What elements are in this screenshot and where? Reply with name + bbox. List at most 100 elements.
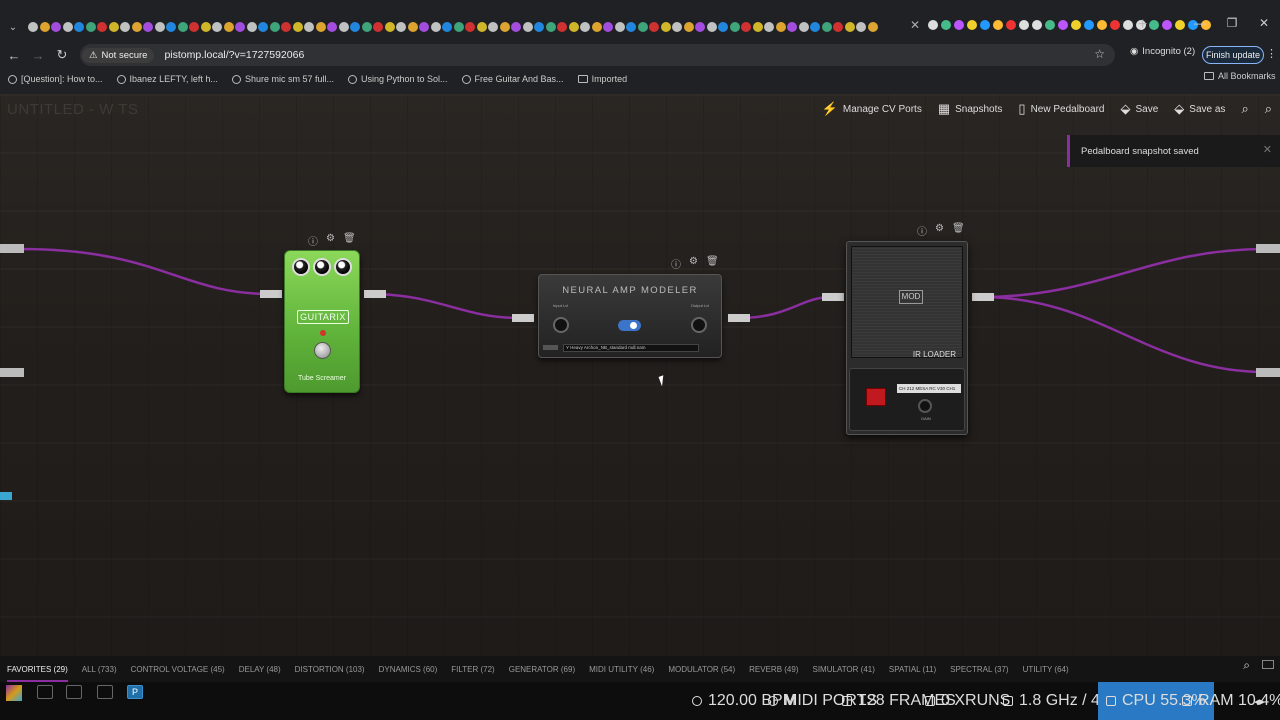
output-level-knob[interactable] bbox=[691, 317, 707, 333]
tab-favicon-icon[interactable] bbox=[764, 22, 774, 32]
back-icon[interactable]: ← bbox=[2, 48, 26, 63]
tab-favicon-icon[interactable] bbox=[74, 22, 84, 32]
tab-favicon-icon[interactable] bbox=[672, 22, 682, 32]
tab-favicon-icon[interactable] bbox=[810, 22, 820, 32]
tab-favicon-icon[interactable] bbox=[1084, 20, 1094, 30]
tab-favicon-icon[interactable] bbox=[511, 22, 521, 32]
pinned-tabs[interactable] bbox=[28, 18, 928, 36]
tab-favicon-icon[interactable] bbox=[246, 22, 257, 32]
pistomp-icon[interactable]: P bbox=[127, 685, 143, 699]
tab-favicon-icon[interactable] bbox=[941, 20, 951, 30]
tab-favicon-icon[interactable] bbox=[844, 22, 855, 32]
trash-icon[interactable]: 🗑 bbox=[706, 256, 719, 271]
tab-favicon-icon[interactable] bbox=[729, 22, 740, 32]
bookmark-item[interactable]: Using Python to Sol... bbox=[347, 74, 448, 84]
pedalboard-canvas[interactable]: UNTITLED - W TS ⚡ Manage CV Ports ▦ Snapsh… bbox=[0, 94, 1280, 656]
category-delay[interactable]: DELAY (48) bbox=[239, 665, 281, 674]
new-tab-icon[interactable]: + bbox=[1138, 16, 1147, 34]
tab-favicon-icon[interactable] bbox=[928, 20, 938, 30]
plugin-store-icon[interactable] bbox=[6, 685, 22, 701]
address-bar[interactable]: ⚠ Not secure pistomp.local/?v=1727592066… bbox=[80, 44, 1115, 66]
tab-favicon-icon[interactable] bbox=[120, 22, 130, 32]
tab-favicon-icon[interactable] bbox=[177, 22, 188, 32]
tab-favicon-icon[interactable] bbox=[97, 22, 107, 32]
tab-favicon-icon[interactable] bbox=[39, 22, 50, 32]
tab-favicon-icon[interactable] bbox=[85, 22, 96, 32]
tab-favicon-icon[interactable] bbox=[1058, 20, 1068, 30]
tab-favicon-icon[interactable] bbox=[591, 22, 602, 32]
tab-favicon-icon[interactable] bbox=[338, 22, 349, 32]
tab-favicon-icon[interactable] bbox=[1149, 20, 1159, 30]
bookmark-item[interactable]: Ibanez LEFTY, left h... bbox=[116, 74, 218, 84]
tab-favicon-icon[interactable] bbox=[603, 22, 613, 32]
tab-favicon-icon[interactable] bbox=[488, 22, 498, 32]
tab-favicon-icon[interactable] bbox=[1162, 20, 1172, 30]
tab-favicon-icon[interactable] bbox=[660, 22, 671, 32]
tab-favicon-icon[interactable] bbox=[384, 22, 395, 32]
category-filter[interactable]: FILTER (72) bbox=[451, 665, 494, 674]
tab-favicon-icon[interactable] bbox=[787, 22, 797, 32]
tab-favicon-icon[interactable] bbox=[614, 22, 625, 32]
tab-favicon-icon[interactable] bbox=[361, 22, 372, 32]
tab-favicon-icon[interactable] bbox=[1045, 20, 1055, 30]
tab-favicon-icon[interactable] bbox=[1006, 20, 1016, 30]
tab-favicon-icon[interactable] bbox=[453, 22, 464, 32]
tab-favicon-icon[interactable] bbox=[419, 22, 429, 32]
category-spectral[interactable]: SPECTRAL (37) bbox=[950, 665, 1008, 674]
file-manager-icon[interactable] bbox=[97, 685, 113, 699]
tab-favicon-icon[interactable] bbox=[1071, 20, 1081, 30]
category-utility[interactable]: UTILITY (64) bbox=[1023, 665, 1069, 674]
tab-favicon-icon[interactable] bbox=[775, 22, 786, 32]
tab-favicon-icon[interactable] bbox=[718, 22, 728, 32]
category-control-voltage[interactable]: CONTROL VOLTAGE (45) bbox=[131, 665, 225, 674]
tab-favicon-icon[interactable] bbox=[476, 22, 487, 32]
tab-favicon-icon[interactable] bbox=[407, 22, 418, 32]
tab-favicon-icon[interactable] bbox=[706, 22, 717, 32]
browser-menu-icon[interactable]: ⋮ bbox=[1266, 47, 1277, 60]
bypass-footswitch[interactable] bbox=[314, 342, 331, 359]
tab-favicon-icon[interactable] bbox=[798, 22, 809, 32]
category-simulator[interactable]: SIMULATOR (41) bbox=[813, 665, 875, 674]
ir-file-selector[interactable]: CH 212 MESA RC V30 CH1 bbox=[897, 384, 961, 393]
info-icon[interactable]: ⓘ bbox=[671, 256, 681, 271]
plugin-ir-loader[interactable]: MOD IR LOADER CH 212 MESA RC V30 CH1 GAI… bbox=[846, 241, 968, 435]
pedalboards-icon[interactable] bbox=[37, 685, 53, 699]
plugin-tube-screamer[interactable]: GUITARIX Tube Screamer bbox=[284, 250, 360, 393]
tab-favicon-icon[interactable] bbox=[568, 22, 579, 32]
close-tab-icon[interactable]: ✕ bbox=[910, 18, 920, 32]
tab-favicon-icon[interactable] bbox=[954, 20, 964, 30]
collapse-arrows-icon[interactable]: ◂▸ bbox=[1254, 682, 1265, 720]
tab-favicon-icon[interactable] bbox=[1032, 20, 1042, 30]
tab-favicon-icon[interactable] bbox=[683, 22, 694, 32]
settings-gear-icon[interactable]: ⚙ bbox=[935, 223, 944, 238]
tab-favicon-icon[interactable] bbox=[499, 22, 510, 32]
tab-search-icon[interactable]: ⌄ bbox=[4, 18, 22, 36]
info-icon[interactable]: ⓘ bbox=[308, 233, 318, 248]
tab-favicon-icon[interactable] bbox=[108, 22, 119, 32]
banks-icon[interactable] bbox=[66, 685, 82, 699]
eq-toggle[interactable] bbox=[618, 320, 641, 331]
tab-favicon-icon[interactable] bbox=[1019, 20, 1029, 30]
tab-favicon-icon[interactable] bbox=[258, 22, 268, 32]
tab-favicon-icon[interactable] bbox=[580, 22, 590, 32]
restore-icon[interactable]: ❐ bbox=[1216, 16, 1248, 30]
close-window-icon[interactable]: ✕ bbox=[1248, 16, 1280, 30]
bypass-button[interactable] bbox=[866, 388, 886, 406]
category-reverb[interactable]: REVERB (49) bbox=[749, 665, 798, 674]
more-tabs[interactable] bbox=[928, 20, 1213, 30]
tab-favicon-icon[interactable] bbox=[28, 22, 38, 32]
tab-favicon-icon[interactable] bbox=[442, 22, 452, 32]
tab-favicon-icon[interactable] bbox=[867, 22, 878, 32]
trash-icon[interactable]: 🗑 bbox=[952, 223, 965, 238]
category-favorites[interactable]: FAVORITES (29) bbox=[7, 665, 68, 682]
bookmark-star-icon[interactable]: ☆ bbox=[1094, 47, 1105, 61]
tab-favicon-icon[interactable] bbox=[980, 20, 990, 30]
tab-favicon-icon[interactable] bbox=[993, 20, 1003, 30]
tab-favicon-icon[interactable] bbox=[62, 22, 73, 32]
tab-favicon-icon[interactable] bbox=[626, 22, 636, 32]
info-icon[interactable]: ⓘ bbox=[917, 223, 927, 238]
level-knob[interactable] bbox=[334, 258, 352, 276]
tab-favicon-icon[interactable] bbox=[350, 22, 360, 32]
settings-gear-icon[interactable]: ⚙ bbox=[689, 256, 698, 271]
category-dynamics[interactable]: DYNAMICS (60) bbox=[379, 665, 438, 674]
